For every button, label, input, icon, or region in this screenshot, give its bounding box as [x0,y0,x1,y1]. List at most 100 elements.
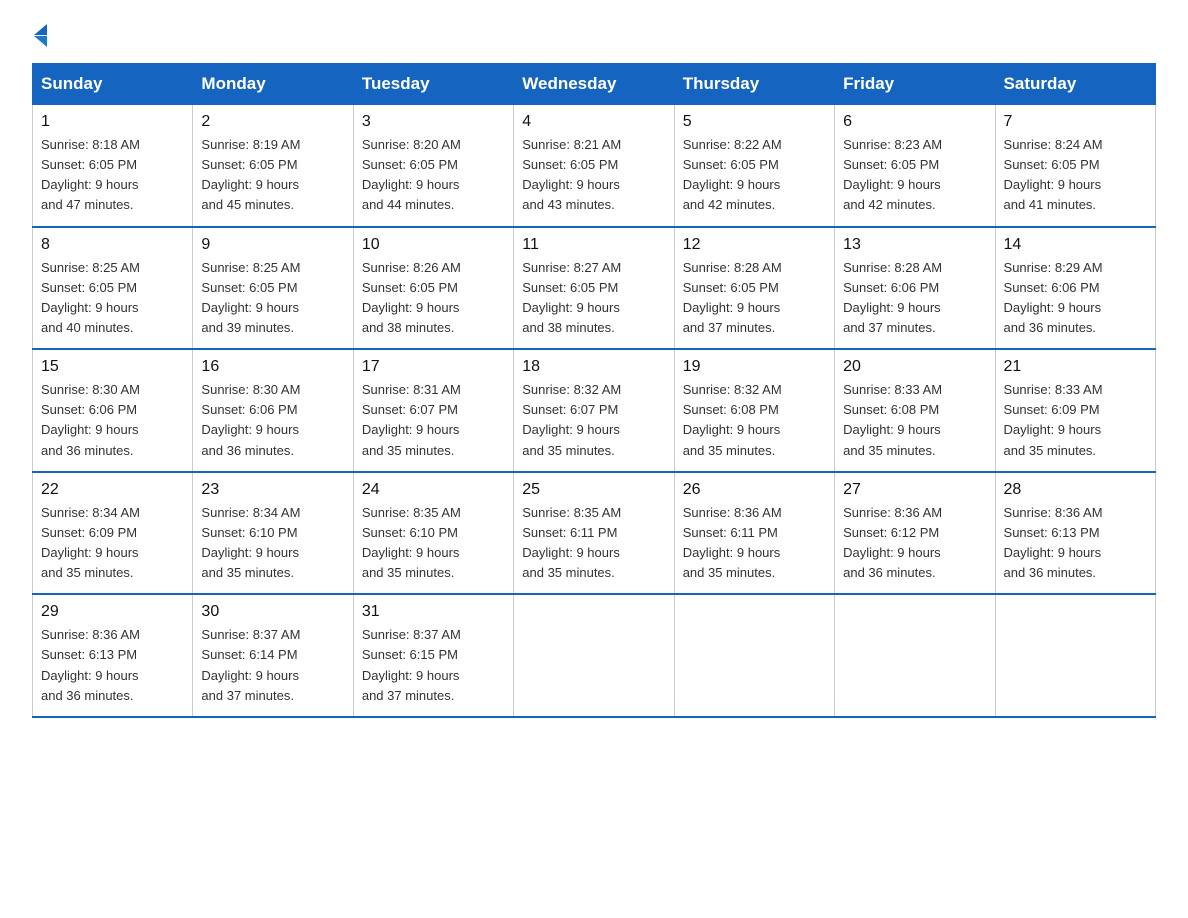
week-row-4: 22 Sunrise: 8:34 AM Sunset: 6:09 PM Dayl… [33,472,1156,595]
day-info: Sunrise: 8:19 AM Sunset: 6:05 PM Dayligh… [201,135,344,216]
day-cell: 28 Sunrise: 8:36 AM Sunset: 6:13 PM Dayl… [995,472,1155,595]
day-cell: 2 Sunrise: 8:19 AM Sunset: 6:05 PM Dayli… [193,105,353,227]
day-number: 28 [1004,481,1147,499]
day-number: 21 [1004,358,1147,376]
day-cell [514,594,674,717]
week-row-3: 15 Sunrise: 8:30 AM Sunset: 6:06 PM Dayl… [33,349,1156,472]
day-number: 31 [362,603,505,621]
day-info: Sunrise: 8:30 AM Sunset: 6:06 PM Dayligh… [201,380,344,461]
day-info: Sunrise: 8:36 AM Sunset: 6:13 PM Dayligh… [41,625,184,706]
day-number: 2 [201,113,344,131]
day-info: Sunrise: 8:27 AM Sunset: 6:05 PM Dayligh… [522,258,665,339]
day-cell [995,594,1155,717]
day-number: 26 [683,481,826,499]
day-cell: 3 Sunrise: 8:20 AM Sunset: 6:05 PM Dayli… [353,105,513,227]
day-number: 20 [843,358,986,376]
day-info: Sunrise: 8:26 AM Sunset: 6:05 PM Dayligh… [362,258,505,339]
header-sunday: Sunday [33,64,193,105]
day-cell: 4 Sunrise: 8:21 AM Sunset: 6:05 PM Dayli… [514,105,674,227]
day-info: Sunrise: 8:37 AM Sunset: 6:15 PM Dayligh… [362,625,505,706]
week-row-2: 8 Sunrise: 8:25 AM Sunset: 6:05 PM Dayli… [33,227,1156,350]
day-number: 12 [683,236,826,254]
header-wednesday: Wednesday [514,64,674,105]
day-cell: 23 Sunrise: 8:34 AM Sunset: 6:10 PM Dayl… [193,472,353,595]
day-cell [835,594,995,717]
day-number: 15 [41,358,184,376]
day-info: Sunrise: 8:35 AM Sunset: 6:11 PM Dayligh… [522,503,665,584]
header-tuesday: Tuesday [353,64,513,105]
day-number: 25 [522,481,665,499]
day-number: 11 [522,236,665,254]
day-cell: 5 Sunrise: 8:22 AM Sunset: 6:05 PM Dayli… [674,105,834,227]
day-cell: 13 Sunrise: 8:28 AM Sunset: 6:06 PM Dayl… [835,227,995,350]
day-cell: 7 Sunrise: 8:24 AM Sunset: 6:05 PM Dayli… [995,105,1155,227]
calendar-table: SundayMondayTuesdayWednesdayThursdayFrid… [32,63,1156,718]
header-thursday: Thursday [674,64,834,105]
day-cell: 27 Sunrise: 8:36 AM Sunset: 6:12 PM Dayl… [835,472,995,595]
day-number: 1 [41,113,184,131]
day-info: Sunrise: 8:30 AM Sunset: 6:06 PM Dayligh… [41,380,184,461]
week-row-5: 29 Sunrise: 8:36 AM Sunset: 6:13 PM Dayl… [33,594,1156,717]
day-info: Sunrise: 8:22 AM Sunset: 6:05 PM Dayligh… [683,135,826,216]
day-number: 16 [201,358,344,376]
day-cell: 20 Sunrise: 8:33 AM Sunset: 6:08 PM Dayl… [835,349,995,472]
day-info: Sunrise: 8:28 AM Sunset: 6:06 PM Dayligh… [843,258,986,339]
page-header [32,24,1156,47]
day-info: Sunrise: 8:20 AM Sunset: 6:05 PM Dayligh… [362,135,505,216]
day-number: 17 [362,358,505,376]
day-info: Sunrise: 8:32 AM Sunset: 6:08 PM Dayligh… [683,380,826,461]
day-info: Sunrise: 8:33 AM Sunset: 6:08 PM Dayligh… [843,380,986,461]
day-number: 30 [201,603,344,621]
day-info: Sunrise: 8:28 AM Sunset: 6:05 PM Dayligh… [683,258,826,339]
day-cell: 16 Sunrise: 8:30 AM Sunset: 6:06 PM Dayl… [193,349,353,472]
day-number: 8 [41,236,184,254]
day-number: 24 [362,481,505,499]
day-info: Sunrise: 8:25 AM Sunset: 6:05 PM Dayligh… [41,258,184,339]
day-cell: 19 Sunrise: 8:32 AM Sunset: 6:08 PM Dayl… [674,349,834,472]
logo [32,24,47,47]
day-cell: 31 Sunrise: 8:37 AM Sunset: 6:15 PM Dayl… [353,594,513,717]
day-info: Sunrise: 8:29 AM Sunset: 6:06 PM Dayligh… [1004,258,1147,339]
day-info: Sunrise: 8:37 AM Sunset: 6:14 PM Dayligh… [201,625,344,706]
day-number: 18 [522,358,665,376]
day-cell: 24 Sunrise: 8:35 AM Sunset: 6:10 PM Dayl… [353,472,513,595]
day-cell: 14 Sunrise: 8:29 AM Sunset: 6:06 PM Dayl… [995,227,1155,350]
day-info: Sunrise: 8:23 AM Sunset: 6:05 PM Dayligh… [843,135,986,216]
day-info: Sunrise: 8:33 AM Sunset: 6:09 PM Dayligh… [1004,380,1147,461]
day-cell [674,594,834,717]
day-number: 22 [41,481,184,499]
header-friday: Friday [835,64,995,105]
week-row-1: 1 Sunrise: 8:18 AM Sunset: 6:05 PM Dayli… [33,105,1156,227]
day-number: 13 [843,236,986,254]
day-cell: 25 Sunrise: 8:35 AM Sunset: 6:11 PM Dayl… [514,472,674,595]
day-cell: 29 Sunrise: 8:36 AM Sunset: 6:13 PM Dayl… [33,594,193,717]
day-number: 10 [362,236,505,254]
day-info: Sunrise: 8:34 AM Sunset: 6:09 PM Dayligh… [41,503,184,584]
day-number: 14 [1004,236,1147,254]
day-info: Sunrise: 8:36 AM Sunset: 6:11 PM Dayligh… [683,503,826,584]
day-info: Sunrise: 8:32 AM Sunset: 6:07 PM Dayligh… [522,380,665,461]
day-cell: 8 Sunrise: 8:25 AM Sunset: 6:05 PM Dayli… [33,227,193,350]
weekday-header-row: SundayMondayTuesdayWednesdayThursdayFrid… [33,64,1156,105]
day-info: Sunrise: 8:35 AM Sunset: 6:10 PM Dayligh… [362,503,505,584]
day-cell: 6 Sunrise: 8:23 AM Sunset: 6:05 PM Dayli… [835,105,995,227]
day-number: 7 [1004,113,1147,131]
day-info: Sunrise: 8:18 AM Sunset: 6:05 PM Dayligh… [41,135,184,216]
day-cell: 1 Sunrise: 8:18 AM Sunset: 6:05 PM Dayli… [33,105,193,227]
day-info: Sunrise: 8:31 AM Sunset: 6:07 PM Dayligh… [362,380,505,461]
day-cell: 10 Sunrise: 8:26 AM Sunset: 6:05 PM Dayl… [353,227,513,350]
day-cell: 17 Sunrise: 8:31 AM Sunset: 6:07 PM Dayl… [353,349,513,472]
day-number: 9 [201,236,344,254]
header-monday: Monday [193,64,353,105]
day-info: Sunrise: 8:21 AM Sunset: 6:05 PM Dayligh… [522,135,665,216]
day-number: 6 [843,113,986,131]
day-info: Sunrise: 8:34 AM Sunset: 6:10 PM Dayligh… [201,503,344,584]
day-cell: 9 Sunrise: 8:25 AM Sunset: 6:05 PM Dayli… [193,227,353,350]
header-saturday: Saturday [995,64,1155,105]
day-cell: 12 Sunrise: 8:28 AM Sunset: 6:05 PM Dayl… [674,227,834,350]
day-info: Sunrise: 8:25 AM Sunset: 6:05 PM Dayligh… [201,258,344,339]
day-cell: 18 Sunrise: 8:32 AM Sunset: 6:07 PM Dayl… [514,349,674,472]
day-number: 27 [843,481,986,499]
day-info: Sunrise: 8:36 AM Sunset: 6:13 PM Dayligh… [1004,503,1147,584]
day-number: 5 [683,113,826,131]
